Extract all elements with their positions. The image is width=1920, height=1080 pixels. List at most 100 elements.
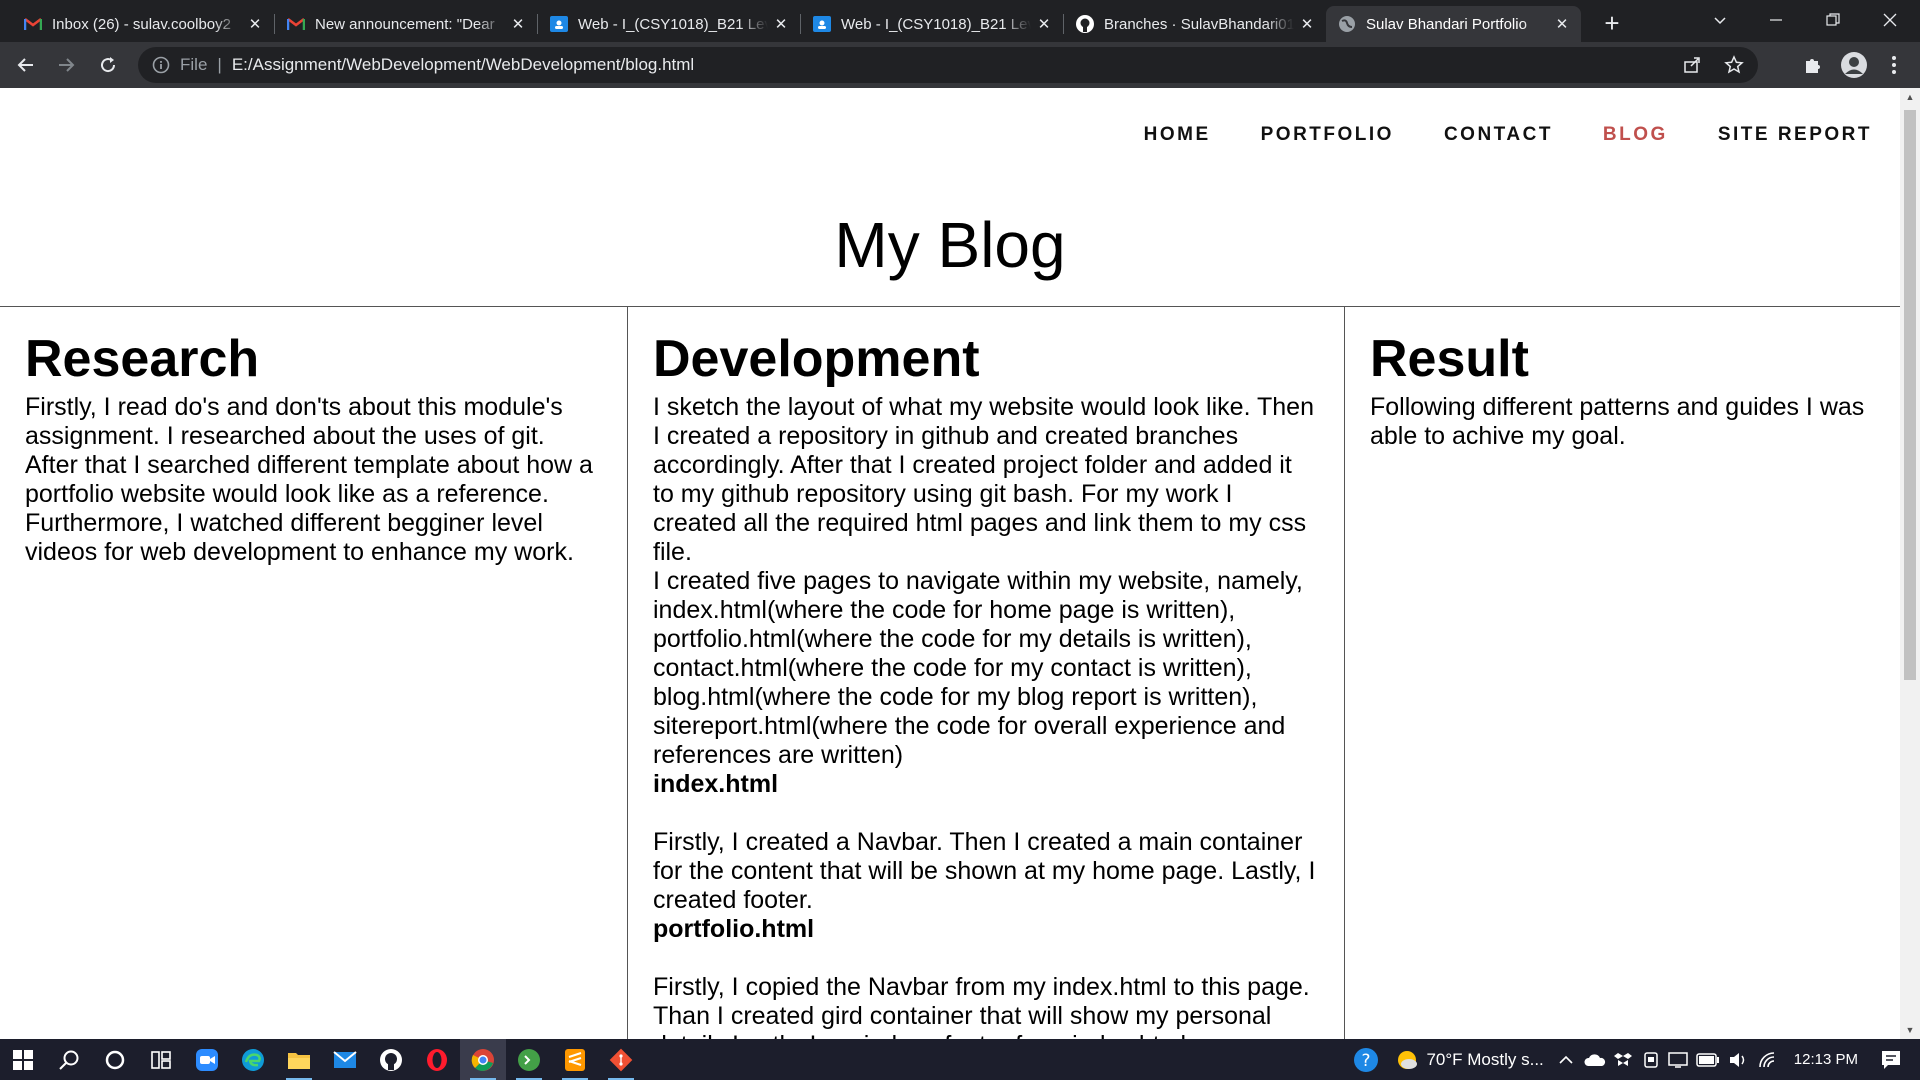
research-body: Firstly, I read do's and don'ts about th… [25,393,593,566]
file-explorer-app[interactable] [276,1039,322,1080]
battery-icon[interactable] [1696,1052,1720,1067]
browser-menu-button[interactable] [1878,49,1910,81]
onedrive-cloud-icon[interactable] [1584,1052,1606,1068]
index-html-subheading: index.html [653,770,779,798]
tab-classroom-1[interactable]: Web - I_(CSY1018)_B21 Leve ✕ [538,6,800,42]
index-html-text: Firstly, I created a Navbar. Then I crea… [653,828,1316,914]
development-para-1: I sketch the layout of what my website w… [653,393,1314,566]
volume-icon[interactable] [1728,1051,1748,1069]
nav-site-report[interactable]: SITE REPORT [1718,124,1872,146]
result-heading: Result [1370,330,1529,388]
close-icon[interactable]: ✕ [1549,11,1575,37]
help-icon[interactable]: ? [1352,1046,1380,1074]
classroom-icon [813,15,831,33]
url-divider: | [217,55,222,74]
opera-icon [427,1048,447,1071]
scroll-up-arrow-icon[interactable]: ▲ [1900,88,1920,106]
display-icon[interactable] [1668,1051,1688,1069]
mail-app[interactable] [322,1039,368,1080]
tab-gmail-inbox[interactable]: Inbox (26) - sulav.coolboy2 ✕ [12,6,274,42]
nav-home[interactable]: HOME [1144,124,1211,146]
scroll-down-arrow-icon[interactable]: ▼ [1900,1021,1920,1039]
tab-title: Web - I_(CSY1018)_B21 Leve [578,15,768,33]
tab-portfolio-active[interactable]: Sulav Bhandari Portfolio ✕ [1326,6,1581,42]
notification-icon[interactable] [1880,1049,1902,1071]
close-icon[interactable]: ✕ [242,11,268,37]
profile-avatar[interactable] [1838,49,1870,81]
avatar-icon [1841,52,1867,78]
back-button[interactable] [10,49,42,81]
close-icon[interactable]: ✕ [1031,11,1057,37]
sublime-text-app[interactable] [552,1039,598,1080]
forward-arrow-icon [59,58,75,72]
puzzle-icon [1806,59,1820,73]
nav-contact[interactable]: CONTACT [1444,124,1553,146]
gmail-icon [24,15,42,33]
cortana-button[interactable] [92,1039,138,1080]
git-bash-app[interactable] [506,1039,552,1080]
opera-app[interactable] [414,1039,460,1080]
git-icon [609,1048,633,1071]
bookmark-star-icon[interactable] [1724,55,1744,75]
edge-icon [242,1048,264,1071]
zoom-app[interactable] [184,1039,230,1080]
chevron-down-icon [1714,17,1726,25]
github-desktop-app[interactable] [368,1039,414,1080]
tab-title: New announcement: "Dear [315,15,495,33]
git-app[interactable] [598,1039,644,1080]
info-icon[interactable] [152,56,170,74]
tab-title: Sulav Bhandari Portfolio [1366,15,1527,33]
tab-github-branches[interactable]: Branches · SulavBhandari01 ✕ [1064,6,1326,42]
nav-blog[interactable]: BLOG [1603,124,1668,146]
edge-app[interactable] [230,1039,276,1080]
restore-icon [1826,13,1840,26]
wifi-icon[interactable] [1758,1051,1778,1069]
git-bash-icon [518,1048,540,1071]
reload-button[interactable] [92,49,124,81]
result-body: Following different patterns and guides … [1370,393,1865,450]
tab-gmail-announcement[interactable]: New announcement: "Dear ✕ [275,6,537,42]
task-view-button[interactable] [138,1039,184,1080]
research-column: Research Firstly, I read do's and don'ts… [0,307,627,1039]
page-scrollbar[interactable]: ▲ ▼ [1900,88,1920,1039]
close-icon[interactable]: ✕ [505,11,531,37]
blog-columns: Research Firstly, I read do's and don'ts… [0,306,1900,1039]
address-bar[interactable]: File | E:/Assignment/WebDevelopment/WebD… [138,47,1758,83]
url-text[interactable]: E:/Assignment/WebDevelopment/WebDevelopm… [232,55,694,75]
chevron-up-icon[interactable] [1558,1052,1574,1068]
minimize-button[interactable] [1748,0,1804,40]
weather-text[interactable]: 70°F Mostly s... [1426,1050,1543,1070]
portfolio-html-subheading: portfolio.html [653,915,815,943]
restore-button[interactable] [1805,0,1861,40]
forward-button[interactable] [50,49,82,81]
close-icon[interactable]: ✕ [1294,11,1320,37]
tab-search-button[interactable] [1692,0,1748,40]
close-icon[interactable]: ✕ [768,11,794,37]
chrome-app[interactable] [460,1039,506,1080]
tab-classroom-2[interactable]: Web - I_(CSY1018)_B21 Leve ✕ [801,6,1063,42]
sublime-icon [565,1048,585,1071]
extensions-button[interactable] [1797,49,1829,81]
svg-text:?: ? [1362,1051,1371,1071]
share-icon[interactable] [1682,55,1702,75]
close-window-button[interactable] [1862,0,1918,40]
dropbox-icon[interactable] [1613,1051,1632,1069]
start-button[interactable] [0,1039,46,1080]
scrollbar-thumb[interactable] [1904,110,1916,680]
globe-icon [1338,15,1356,33]
url-scheme-label: File [180,55,208,74]
device-icon[interactable] [1642,1051,1660,1069]
search-button[interactable] [46,1039,92,1080]
portfolio-html-text: Firstly, I copied the Navbar from my ind… [653,973,1310,1039]
nav-portfolio[interactable]: PORTFOLIO [1261,124,1394,146]
weather-sun-icon[interactable] [1394,1047,1420,1073]
development-column: Development I sketch the layout of what … [627,307,1344,1039]
close-icon [1883,13,1897,27]
new-tab-button[interactable]: + [1597,8,1627,38]
result-column: Result Following different patterns and … [1344,307,1900,1039]
github-icon [380,1048,402,1071]
clock-time[interactable]: 12:13 PM [1794,1051,1858,1068]
windows-taskbar: ? 70°F Mostly s... 12:13 PM [0,1039,1920,1080]
research-heading: Research [25,330,260,388]
kebab-menu-icon [1892,56,1896,74]
